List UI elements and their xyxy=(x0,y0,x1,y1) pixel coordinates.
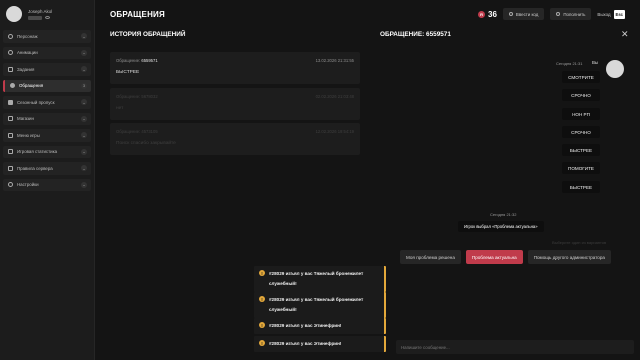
chat-message: БЫСТРЕЕ xyxy=(562,144,600,156)
sidebar-item-appeals[interactable]: Обращения 3 xyxy=(3,79,91,92)
message-time: Сегодня 21:31 xyxy=(556,61,583,66)
promo-code-button[interactable]: Ввести код xyxy=(502,8,545,20)
exit-button[interactable]: Выход Esc xyxy=(597,9,625,19)
system-message-time: Сегодня 21:32 xyxy=(490,212,517,217)
notification-toast: ! #28029 изъял у вас Этинефрин! xyxy=(254,336,386,352)
header: ОБРАЩЕНИЯ R 36 Ввести код Пополнить Выход… xyxy=(95,0,640,28)
appeal-title: ОБРАЩЕНИЕ: 6559571 xyxy=(380,31,451,38)
chat-message: СРОЧНО xyxy=(562,89,600,101)
chevron-down-icon: ⌄ xyxy=(81,115,87,122)
eye-icon[interactable] xyxy=(45,16,50,19)
chevron-down-icon: ⌄ xyxy=(81,148,87,155)
wallet-icon xyxy=(556,12,561,16)
chat-message: ПОМОГИТЕ xyxy=(562,162,600,174)
history-title: ИСТОРИЯ ОБРАЩЕНИЙ xyxy=(110,31,186,38)
chat-message: СМОТРИТЕ xyxy=(562,71,600,83)
chevron-down-icon: ⌄ xyxy=(81,99,87,106)
page-title: ОБРАЩЕНИЯ xyxy=(110,9,165,19)
chat-message: БЫСТРЕЕ xyxy=(562,181,600,193)
notification-toast: ! #28029 изъял у вас Тяжелый бронежилет … xyxy=(254,266,386,292)
ticket-card[interactable]: Обращение: 4573105 12.02.2026 19:54:19 По… xyxy=(110,123,360,155)
sidebar-item-shop[interactable]: Магазин ⌄ xyxy=(3,112,91,125)
system-message: Игрок выбрал «Проблема актуальна» xyxy=(458,221,544,232)
sidebar-item-game-stats[interactable]: Игровая статистика ⌄ xyxy=(3,145,91,158)
option-other-admin-button[interactable]: Помощь другого администратора xyxy=(527,250,611,264)
coin-balance: R 36 xyxy=(478,10,497,19)
avatar xyxy=(6,6,22,22)
sidebar: Joseph Akol Персонаж ⌄ Анимации ⌄ Задания ⌄… xyxy=(0,0,95,360)
notification-toast: ! #28029 изъял у вас Тяжелый бронежилет … xyxy=(254,292,386,318)
option-resolved-button[interactable]: Моя проблема решена xyxy=(400,250,461,264)
profile-name: Joseph Akol xyxy=(28,8,53,14)
ticket-card[interactable]: Обращение: 5678032 02.02.2026 21:03:48 не… xyxy=(110,88,360,120)
profile[interactable]: Joseph Akol xyxy=(0,0,94,28)
gear-icon xyxy=(8,182,13,188)
sidebar-menu: Персонаж ⌄ Анимации ⌄ Задания ⌄ Обращения 3 … xyxy=(0,30,94,191)
sidebar-item-season-pass[interactable]: Сезонный пропуск ⌄ xyxy=(3,96,91,109)
coin-icon: R xyxy=(478,10,486,18)
option-actual-button[interactable]: Проблема актуальна xyxy=(465,250,523,264)
warning-icon: ! xyxy=(259,296,265,302)
chevron-down-icon: ⌄ xyxy=(81,132,87,139)
warning-icon: ! xyxy=(259,270,265,276)
sidebar-item-animations[interactable]: Анимации ⌄ xyxy=(3,46,91,59)
animation-icon xyxy=(8,50,13,56)
sidebar-item-server-rules[interactable]: Правила сервера ⌄ xyxy=(3,162,91,175)
tasks-icon xyxy=(8,66,13,72)
options-hint: Выберите один из вариантов xyxy=(552,240,607,245)
sidebar-item-character[interactable]: Персонаж ⌄ xyxy=(3,30,91,43)
cart-icon xyxy=(8,116,13,122)
esc-key: Esc xyxy=(613,9,625,19)
rules-icon xyxy=(8,165,13,171)
chevron-down-icon: ⌄ xyxy=(81,49,87,56)
chevron-down-icon: ⌄ xyxy=(81,165,87,172)
chat-icon xyxy=(10,83,15,89)
chevron-down-icon: ⌄ xyxy=(81,66,87,73)
close-icon[interactable]: ✕ xyxy=(621,29,629,40)
sidebar-item-tasks[interactable]: Задания ⌄ xyxy=(3,63,91,76)
pass-icon xyxy=(8,99,13,105)
chevron-down-icon: ⌄ xyxy=(81,33,87,40)
user-icon xyxy=(8,33,13,39)
ticket-card[interactable]: Обращение: 6559571 13.02.2026 21:31:55 БЫ… xyxy=(110,52,360,84)
chat-message: НОН РП xyxy=(562,108,600,120)
stats-icon xyxy=(8,149,13,155)
gift-icon xyxy=(508,12,513,16)
topup-button[interactable]: Пополнить xyxy=(550,8,592,20)
chevron-down-icon: ⌄ xyxy=(81,181,87,188)
user-avatar xyxy=(606,60,624,78)
sidebar-item-settings[interactable]: Настройки ⌄ xyxy=(3,178,91,191)
message-input[interactable]: Напишите сообщение... xyxy=(396,340,634,354)
warning-icon: ! xyxy=(259,322,265,328)
appeals-badge: 3 xyxy=(81,82,87,89)
notification-toast: ! #28029 изъял у вас Этинефрин! xyxy=(254,318,386,334)
sidebar-item-game-menu[interactable]: Меню игры ⌄ xyxy=(3,129,91,142)
warning-icon: ! xyxy=(259,340,265,346)
response-options: Моя проблема решена Проблема актуальна П… xyxy=(400,250,611,264)
menu-icon xyxy=(8,132,13,138)
chat-message: СРОЧНО xyxy=(562,126,600,138)
sender-label: Вы xyxy=(592,60,599,65)
profile-id-hidden xyxy=(28,15,42,20)
